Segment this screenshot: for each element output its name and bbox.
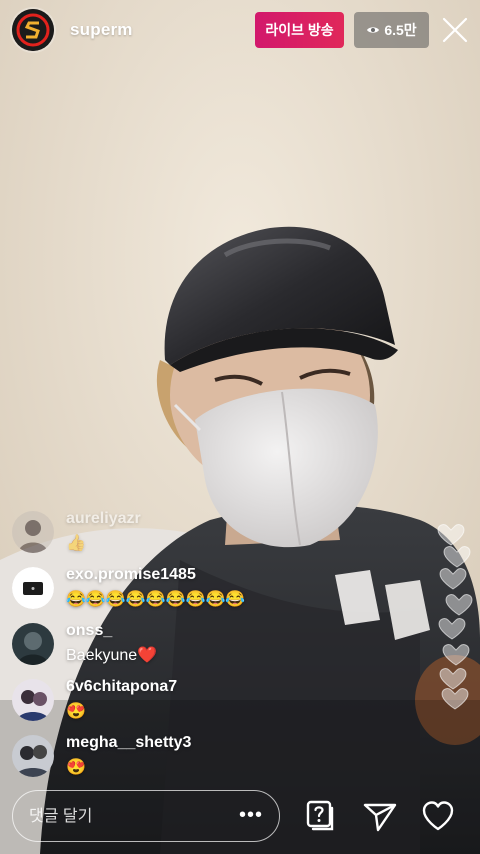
username[interactable]: superm [70,20,133,40]
comment-item: 6v6chitapona7 😍 [12,673,412,729]
comment-username[interactable]: onss_ [66,622,112,640]
question-button[interactable] [302,798,338,834]
profile-avatar[interactable] [12,9,54,51]
comment-input[interactable] [27,791,231,843]
avatar-icon [12,567,54,609]
avatar-icon [12,679,54,721]
avatar-icon [12,511,54,553]
heart-icon [422,801,454,831]
superm-logo-icon [12,9,54,51]
comment-feed: aureliyazr 👍 exo.promise1485 😂😂😂😂😂😂😂😂😂 o… [12,505,412,785]
comment-text: 😍 [66,703,86,720]
comment-text: Baekyune❤️ [66,647,158,664]
hearts-icon [437,524,473,710]
comment-text: 👍 [66,535,86,552]
comment-item: onss_ Baekyune❤️ [12,617,412,673]
comment-text: 😍 [66,759,86,776]
comment-username[interactable]: megha__shetty3 [66,734,191,752]
close-button[interactable] [440,15,470,45]
comment-item: aureliyazr 👍 [12,505,412,561]
send-button[interactable] [362,798,398,834]
viewer-count: 6.5만 [384,22,417,38]
comment-item: exo.promise1485 😂😂😂😂😂😂😂😂😂 [12,561,412,617]
live-badge: 라이브 방송 [255,12,344,48]
commenter-avatar[interactable] [12,511,54,553]
eye-icon [367,27,380,33]
commenter-avatar[interactable] [12,679,54,721]
paper-plane-icon [363,803,397,832]
viewer-count-badge[interactable]: 6.5만 [354,12,429,48]
top-bar: superm 라이브 방송 6.5만 [0,0,480,62]
more-options-button[interactable]: ••• [239,805,263,825]
comment-username[interactable]: aureliyazr [66,510,141,528]
commenter-avatar[interactable] [12,623,54,665]
comment-text: 😂😂😂😂😂😂😂😂😂 [66,591,246,608]
commenter-avatar[interactable] [12,567,54,609]
comment-item: megha__shetty3 😍 [12,729,412,785]
avatar-icon [12,735,54,777]
comment-username[interactable]: exo.promise1485 [66,566,196,584]
like-button[interactable] [420,798,456,834]
question-box-icon [306,800,334,831]
floating-hearts [430,515,480,715]
close-icon [442,17,468,43]
commenter-avatar[interactable] [12,735,54,777]
comment-username[interactable]: 6v6chitapona7 [66,678,177,696]
comment-input-box[interactable]: ••• [12,790,280,843]
avatar-icon [12,623,54,665]
